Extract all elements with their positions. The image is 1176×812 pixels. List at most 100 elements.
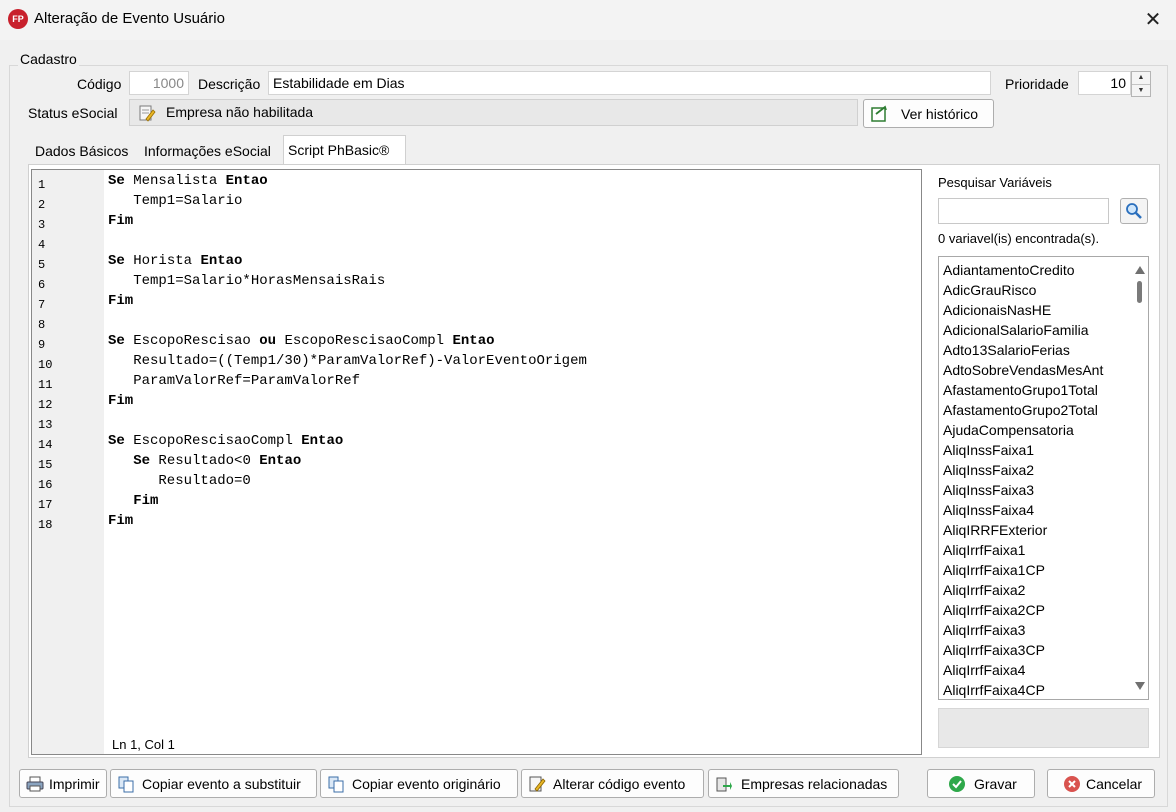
- variable-list-item[interactable]: AliqIRRFExterior: [943, 522, 1047, 538]
- line-number-gutter: 1 2 3 4 5 6 7 8 9 10 11 12 13 14 15 16 17 18: [32, 170, 104, 754]
- code-line[interactable]: Se EscopoRescisao ou EscopoRescisaoCompl…: [108, 333, 495, 349]
- code-line[interactable]: Se EscopoRescisaoCompl Entao: [108, 433, 343, 449]
- code-keyword: Fim: [108, 213, 134, 229]
- code-line[interactable]: Fim: [108, 293, 133, 309]
- cadastro-group-label: Cadastro: [18, 51, 79, 67]
- code-line[interactable]: Fim: [108, 393, 133, 409]
- line-number: 7: [38, 298, 46, 312]
- variable-list-item[interactable]: AliqInssFaixa3: [943, 482, 1034, 498]
- codigo-field[interactable]: 1000: [129, 71, 189, 95]
- code-line[interactable]: Se Horista Entao: [108, 253, 242, 269]
- variable-list-item[interactable]: AfastamentoGrupo2Total: [943, 402, 1098, 418]
- variable-list-item[interactable]: AliqInssFaixa1: [943, 442, 1034, 458]
- tab-informacoes-esocial[interactable]: Informações eSocial: [140, 138, 275, 164]
- prioridade-field[interactable]: 10: [1078, 71, 1131, 95]
- code-line[interactable]: Fim: [108, 513, 133, 529]
- spin-down-icon[interactable]: ▼: [1132, 85, 1150, 97]
- variable-list-item[interactable]: AliqIrrfFaixa1CP: [943, 562, 1045, 578]
- code-line[interactable]: Resultado=0: [108, 473, 250, 489]
- script-editor[interactable]: 1 2 3 4 5 6 7 8 9 10 11 12 13 14 15 16 17 18 Se Mensalist…: [31, 169, 922, 755]
- variable-list-item[interactable]: AdicGrauRisco: [943, 282, 1036, 298]
- variables-list[interactable]: AliqIrrfFaixa4CP AliqIrrfFaixa4 AliqIrrfFa…: [938, 256, 1149, 700]
- tab-dados-basicos[interactable]: Dados Básicos: [31, 138, 132, 164]
- line-number: 8: [38, 318, 46, 332]
- code-line[interactable]: Se Resultado<0 Entao: [108, 453, 301, 469]
- line-number: 6: [38, 278, 46, 292]
- close-button[interactable]: ✕: [1130, 0, 1176, 40]
- scroll-up-icon[interactable]: [1135, 266, 1145, 274]
- code-line[interactable]: Temp1=Salario*HorasMensaisRais: [108, 273, 385, 289]
- title-bar: FP Alteração de Evento Usuário ✕: [0, 0, 1176, 40]
- variable-list-item[interactable]: AdicionalSalarioFamilia: [943, 322, 1089, 338]
- gravar-button[interactable]: Gravar: [927, 769, 1035, 798]
- variable-list-item[interactable]: AdiantamentoCredito: [943, 262, 1075, 278]
- code-keyword: Fim: [108, 293, 134, 309]
- code-keyword: Entao: [452, 333, 495, 349]
- variable-list-item[interactable]: AdtoSobreVendasMesAnt: [943, 362, 1103, 378]
- empresas-relacionadas-button[interactable]: Empresas relacionadas: [708, 769, 899, 798]
- ver-historico-button[interactable]: Ver histórico: [863, 99, 994, 128]
- line-number: 12: [38, 398, 53, 412]
- variable-list-item[interactable]: AliqIrrfFaixa3: [943, 622, 1025, 638]
- variables-search-button[interactable]: [1120, 198, 1148, 224]
- prioridade-spinner[interactable]: ▲ ▼: [1131, 71, 1151, 97]
- code-line[interactable]: Fim: [108, 213, 133, 229]
- spin-up-icon[interactable]: ▲: [1132, 72, 1150, 85]
- copiar-evento-originario-label: Copiar evento originário: [352, 776, 501, 792]
- app-logo-icon: FP: [8, 9, 28, 29]
- variable-list-item[interactable]: AfastamentoGrupo1Total: [943, 382, 1098, 398]
- variable-list-item[interactable]: Adto13SalarioFerias: [943, 342, 1070, 358]
- copiar-evento-substituir-label: Copiar evento a substituir: [142, 776, 301, 792]
- tab-script-phbasic[interactable]: Script PhBasic®: [283, 135, 406, 165]
- descricao-field[interactable]: Estabilidade em Dias: [268, 71, 991, 95]
- line-number: 13: [38, 418, 53, 432]
- variables-search-input[interactable]: [938, 198, 1109, 224]
- code-line[interactable]: Fim: [108, 493, 158, 509]
- variable-list-item[interactable]: AliqIrrfFaixa4CP: [943, 682, 1045, 698]
- variable-list-item[interactable]: AdicionaisNasHE: [943, 302, 1051, 318]
- status-esocial-value: Empresa não habilitada: [166, 104, 314, 120]
- code-keyword: Fim: [108, 393, 134, 409]
- code-line[interactable]: ParamValorRef=ParamValorRef: [108, 373, 360, 389]
- code-keyword: Se: [133, 453, 151, 469]
- code-line[interactable]: Resultado=((Temp1/30)*ParamValorRef)-Val…: [108, 353, 587, 369]
- code-keyword: Se: [108, 253, 125, 269]
- printer-icon: [26, 776, 44, 792]
- code-text: Resultado=((Temp1/30)*ParamValorRef)-Val…: [108, 353, 587, 369]
- variable-list-item[interactable]: AliqIrrfFaixa4: [943, 662, 1025, 678]
- code-keyword: Se: [108, 433, 125, 449]
- variable-list-item[interactable]: AliqIrrfFaixa2: [943, 582, 1025, 598]
- related-companies-icon: [716, 777, 732, 792]
- code-text: EscopoRescisaoCompl: [124, 433, 302, 449]
- variable-list-item[interactable]: AjudaCompensatoria: [943, 422, 1074, 438]
- copy-icon: [118, 776, 134, 793]
- codigo-label: Código: [77, 76, 122, 92]
- variable-list-item[interactable]: AliqIrrfFaixa2CP: [943, 602, 1045, 618]
- edit-icon: [529, 776, 546, 792]
- variables-search-title: Pesquisar Variáveis: [938, 175, 1052, 190]
- code-keyword: Entao: [301, 433, 344, 449]
- code-keyword: Entao: [225, 173, 268, 189]
- variable-list-item[interactable]: AliqInssFaixa2: [943, 462, 1034, 478]
- descricao-label: Descrição: [198, 76, 261, 92]
- copiar-evento-substituir-button[interactable]: Copiar evento a substituir: [110, 769, 317, 798]
- code-line[interactable]: Se Mensalista Entao: [108, 173, 268, 189]
- alterar-codigo-evento-button[interactable]: Alterar código evento: [521, 769, 704, 798]
- cancelar-button[interactable]: Cancelar: [1047, 769, 1155, 798]
- scroll-thumb[interactable]: [1137, 281, 1142, 303]
- cancelar-label: Cancelar: [1086, 776, 1143, 792]
- code-keyword: Entao: [200, 253, 243, 269]
- imprimir-button[interactable]: Imprimir: [19, 769, 107, 798]
- variable-list-item[interactable]: AliqInssFaixa4: [943, 502, 1034, 518]
- line-number: 4: [38, 238, 46, 252]
- variables-scrollbar[interactable]: [1131, 257, 1148, 699]
- cancel-icon: [1064, 776, 1080, 792]
- copiar-evento-originario-button[interactable]: Copiar evento originário: [320, 769, 518, 798]
- line-number: 11: [38, 378, 53, 392]
- code-keyword: Entao: [259, 453, 302, 469]
- line-number: 16: [38, 478, 53, 492]
- variable-list-item[interactable]: AliqIrrfFaixa1: [943, 542, 1025, 558]
- scroll-down-icon[interactable]: [1135, 682, 1145, 690]
- variable-list-item[interactable]: AliqIrrfFaixa3CP: [943, 642, 1045, 658]
- code-line[interactable]: Temp1=Salario: [108, 193, 242, 209]
